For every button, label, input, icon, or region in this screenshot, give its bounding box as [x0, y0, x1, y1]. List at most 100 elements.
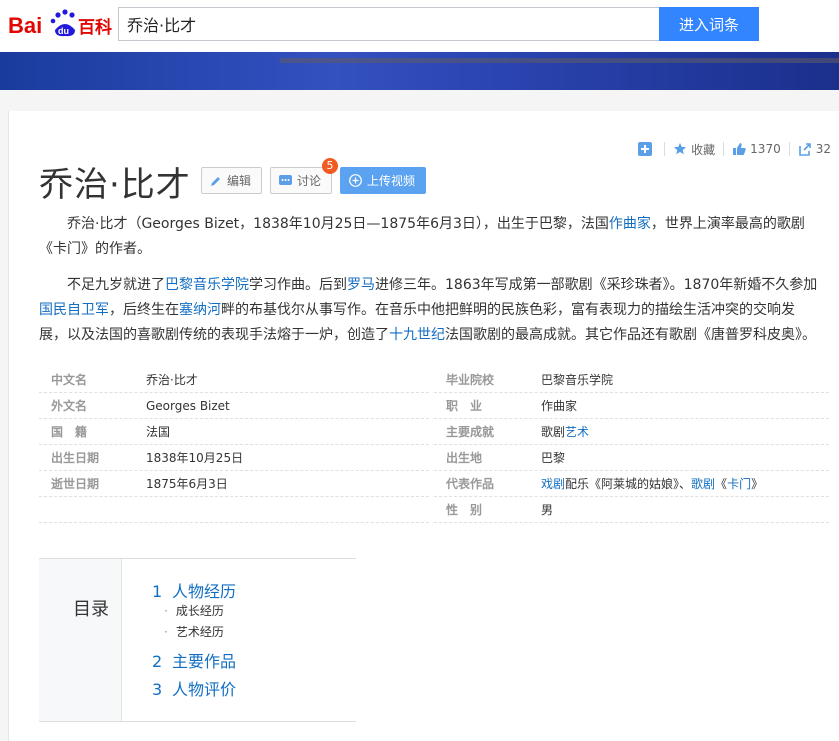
toc-number: 1 [152, 582, 163, 601]
chat-icon [279, 174, 292, 185]
toc-label: 成长经历 [175, 604, 224, 618]
text: 》 [751, 477, 764, 491]
discuss-button[interactable]: 讨论 [270, 167, 332, 194]
info-value: 1875年6月3日 [146, 477, 228, 491]
toc-label: 人物经历 [172, 582, 237, 601]
info-key: 性 别 [446, 503, 483, 517]
info-key: 出生日期 [51, 451, 100, 465]
enter-entry-button[interactable]: 进入词条 [659, 7, 759, 41]
info-key: 主要成就 [446, 425, 495, 439]
toc-subitem-growth[interactable]: · 成长经历 [164, 602, 224, 619]
info-row: 出生地 巴黎 [434, 445, 829, 471]
text: 乔治·比才（Georges Bizet，1838年10月25日—1875年6月3… [67, 216, 609, 232]
info-value: 歌剧艺术 [541, 419, 589, 445]
toc-item-evaluation[interactable]: 3 人物评价 [152, 676, 236, 700]
link-paris-conservatoire[interactable]: 巴黎音乐学院 [165, 277, 249, 293]
svg-text:Bai: Bai [8, 13, 42, 38]
banner-strip [280, 58, 839, 63]
pencil-icon [211, 176, 220, 186]
article-content: 收藏 1370 32 乔治·比才 编辑 讨论 5 上传视频 乔治·比才（Geor… [8, 111, 839, 741]
info-row: 出生日期 1838年10月25日 [39, 445, 429, 471]
svg-text:du: du [58, 26, 69, 36]
info-key: 中文名 [51, 373, 88, 387]
link-carmen[interactable]: 卡门 [727, 477, 751, 491]
search-input[interactable] [118, 7, 660, 41]
like-count: 1370 [750, 142, 781, 156]
info-row: 毕业院校 巴黎音乐学院 [434, 367, 829, 393]
link-national-guard[interactable]: 国民自卫军 [39, 302, 109, 318]
discuss-label: 讨论 [297, 174, 322, 188]
page-title: 乔治·比才 [39, 165, 191, 205]
link-19th-century[interactable]: 十九世纪 [389, 327, 445, 343]
star-icon [674, 143, 687, 155]
summary-paragraph-1: 乔治·比才（Georges Bizet，1838年10月25日—1875年6月3… [39, 212, 819, 262]
toc-label: 主要作品 [172, 652, 237, 671]
collect-button[interactable]: 收藏 [664, 142, 723, 157]
info-key: 国 籍 [51, 425, 88, 439]
info-row: 国 籍 法国 [39, 419, 429, 445]
toc-number: 2 [152, 652, 163, 671]
toc-number: 3 [152, 680, 163, 699]
link-drama[interactable]: 戏剧 [541, 477, 565, 491]
link-seine[interactable]: 塞纳河 [179, 302, 221, 318]
text: 学习作曲。后到 [249, 277, 347, 293]
info-key: 毕业院校 [446, 373, 495, 387]
info-row: 逝世日期 1875年6月3日 [39, 471, 429, 497]
like-button[interactable]: 1370 [723, 142, 789, 156]
info-value: Georges Bizet [146, 399, 230, 413]
toc-item-works[interactable]: 2 主要作品 [152, 648, 236, 672]
info-row: 代表作品 戏剧配乐《阿莱城的姑娘》、歌剧《卡门》 [434, 471, 829, 497]
info-value: 戏剧配乐《阿莱城的姑娘》、歌剧《卡门》 [541, 471, 763, 497]
link-opera[interactable]: 歌剧 [691, 477, 715, 491]
info-key: 外文名 [51, 399, 88, 413]
link-composer-occupation[interactable]: 作曲家 [541, 393, 577, 419]
baidu-baike-logo[interactable]: Bai du 百科 [8, 6, 112, 40]
toc-sidebar: 目录 [39, 559, 122, 721]
info-row: 主要成就 歌剧艺术 [434, 419, 829, 445]
info-key: 逝世日期 [51, 477, 100, 491]
entry-toolbar: 收藏 1370 32 [630, 139, 839, 159]
collect-label: 收藏 [691, 142, 716, 157]
edit-button[interactable]: 编辑 [201, 167, 262, 194]
edit-label: 编辑 [227, 174, 252, 188]
top-bar: Bai du 百科 进入词条 [0, 0, 839, 52]
share-count: 32 [815, 142, 831, 156]
info-value: 男 [541, 503, 554, 517]
toc-title: 目录 [73, 599, 109, 620]
info-value: 1838年10月25日 [146, 451, 244, 465]
text: 歌剧 [541, 425, 566, 439]
info-value: 巴黎音乐学院 [541, 373, 614, 387]
toc-label: 人物评价 [172, 680, 237, 699]
discuss-count-badge: 5 [322, 158, 338, 174]
text: 《 [715, 477, 728, 491]
toc-subitem-art[interactable]: · 艺术经历 [164, 623, 224, 640]
info-row: 中文名 乔治·比才 [39, 367, 429, 393]
link-composer[interactable]: 作曲家 [609, 216, 651, 232]
info-key: 出生地 [446, 451, 483, 465]
toc-item-biography[interactable]: 1 人物经历 [152, 578, 236, 602]
text: ，后终生在 [109, 302, 179, 318]
link-rome[interactable]: 罗马 [347, 277, 375, 293]
share-button[interactable]: 32 [788, 142, 839, 156]
info-row: 外文名 Georges Bizet [39, 393, 429, 419]
info-row: 职 业 作曲家 [434, 393, 829, 419]
info-row: 性 别男 [434, 497, 829, 523]
bullet: · [164, 604, 168, 618]
info-key: 职 业 [446, 399, 483, 413]
link-france[interactable]: 法国 [146, 419, 170, 445]
summary-paragraph-2: 不足九岁就进了巴黎音乐学院学习作曲。后到罗马进修三年。1863年写成第一部歌剧《… [39, 273, 819, 348]
svg-text:百科: 百科 [78, 17, 112, 38]
info-row [39, 497, 429, 523]
link-art[interactable]: 艺术 [565, 425, 589, 439]
thumbs-up-icon [733, 143, 746, 155]
share-icon [798, 143, 811, 156]
upload-video-button[interactable]: 上传视频 [340, 167, 426, 194]
link-paris[interactable]: 巴黎 [541, 445, 565, 471]
text: 进修三年。1863年写成第一部歌剧《采珍珠者》。1870年新婚不久参加 [375, 277, 818, 293]
bullet: · [164, 625, 168, 639]
text: 法国歌剧的最高成就。其它作品还有歌剧《唐普罗科皮奥》。 [445, 327, 816, 343]
add-button[interactable] [630, 142, 664, 156]
info-value: 乔治·比才 [146, 373, 198, 387]
upload-video-label: 上传视频 [367, 174, 416, 188]
toc-label: 艺术经历 [175, 625, 224, 639]
